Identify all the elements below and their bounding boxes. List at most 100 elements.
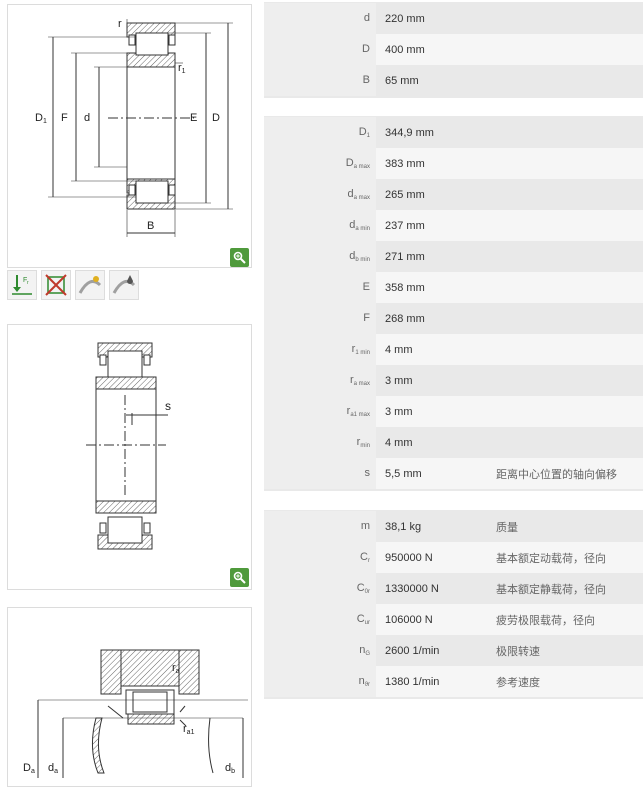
- param-name: Da max: [264, 148, 376, 179]
- param-value: 4 mm: [385, 436, 413, 449]
- param-name: db min: [264, 241, 376, 272]
- param-value: 220 mm: [385, 12, 425, 25]
- param-value: 65 mm: [385, 74, 419, 87]
- table-row: r1 min 4 mm: [264, 334, 643, 365]
- zoom-button[interactable]: [230, 248, 249, 267]
- param-description: [490, 272, 643, 303]
- param-value: 4 mm: [376, 334, 490, 365]
- param-value: 2600 1/min: [385, 644, 440, 657]
- table-row: rmin 4 mm: [264, 427, 643, 458]
- param-value: 5,5 mm: [376, 458, 490, 489]
- param-description: 疲劳极限载荷，径向: [490, 604, 643, 635]
- bearing-dimension-drawing: r r1 D1 F d E D B: [35, 18, 233, 237]
- param-name: rmin: [264, 427, 376, 458]
- label-r1: r1: [178, 62, 186, 75]
- param-name: r1 min: [264, 334, 376, 365]
- table-row: d 220 mm: [264, 3, 643, 34]
- param-description: [490, 117, 643, 148]
- label-db: db: [225, 762, 235, 775]
- table-row: C0r 1330000 N 基本额定静载荷，径向: [264, 573, 643, 604]
- label-s: s: [165, 399, 171, 413]
- table-row: ra1 max 3 mm: [264, 396, 643, 427]
- param-value: 38,1 kg: [385, 520, 422, 533]
- param-value: 3 mm: [376, 396, 490, 427]
- param-name: D1: [264, 117, 376, 148]
- param-name: E: [264, 272, 376, 303]
- table-row: Da max 383 mm: [264, 148, 643, 179]
- param-name: F: [264, 303, 376, 334]
- table-row: F 268 mm: [264, 303, 643, 334]
- table-row: db min 271 mm: [264, 241, 643, 272]
- param-value: 265 mm: [385, 188, 425, 201]
- zoom-button[interactable]: [230, 568, 249, 587]
- param-value: 268 mm: [385, 312, 425, 325]
- dimensions-table: D1 344,9 mm Da max 383 mm da max 265 mm da min…: [264, 117, 643, 489]
- param-value: 358 mm: [376, 272, 490, 303]
- param-value: 271 mm: [385, 250, 425, 263]
- axial-offset-drawing: s: [86, 342, 171, 550]
- param-name: ra max: [264, 365, 376, 396]
- param-value: 344,9 mm: [385, 126, 434, 139]
- property-icons: Fr: [7, 270, 139, 300]
- param-name: Cr: [264, 542, 376, 573]
- param-description: 极限转速: [496, 645, 540, 658]
- table-row: nG 2600 1/min 极限转速: [264, 635, 643, 666]
- label-D1: D1: [35, 112, 47, 125]
- param-name: da max: [264, 179, 376, 210]
- drawings-column: r r1 D1 F d E D B Fr s ra ra1 Da da db: [0, 0, 262, 787]
- label-Da: Da: [23, 762, 35, 775]
- table-row: Cr 950000 N 基本额定动载荷，径向: [264, 542, 643, 573]
- mounting-dimensions-drawing-panel: ra ra1 Da da db: [7, 607, 252, 787]
- param-description: [490, 65, 643, 96]
- table-row: D 400 mm: [264, 34, 643, 65]
- param-name: B: [264, 65, 376, 96]
- param-value: 400 mm: [376, 34, 490, 65]
- performance-table: m 38,1 kg 质量 Cr 950000 N 基本额定动载荷，径向 C0r 1330000…: [264, 511, 643, 697]
- param-description: [490, 210, 643, 241]
- param-description: [490, 34, 643, 65]
- param-description: [490, 334, 643, 365]
- param-description: 基本额定静载荷，径向: [496, 583, 606, 596]
- label-B: B: [147, 220, 154, 232]
- main-dimensions-table: d 220 mm D 400 mm B 65 mm: [264, 3, 643, 96]
- param-description: 距离中心位置的轴向偏移: [490, 458, 643, 489]
- param-value: 3 mm: [385, 374, 413, 387]
- table-row: B 65 mm: [264, 65, 643, 96]
- radial-load-icon: Fr: [7, 270, 37, 300]
- param-name: Cur: [264, 604, 376, 635]
- param-name: m: [264, 511, 376, 542]
- grease-icon: [109, 270, 139, 300]
- param-description: [490, 3, 643, 34]
- table-row: da max 265 mm: [264, 179, 643, 210]
- param-description: [490, 365, 643, 396]
- zoom-icon: [233, 571, 246, 584]
- param-value: 950000 N: [376, 542, 490, 573]
- no-misalignment-icon: [41, 270, 71, 300]
- param-description: [490, 427, 643, 458]
- zoom-icon: [233, 251, 246, 264]
- label-ra1: ra1: [183, 723, 195, 736]
- label-F: F: [61, 112, 68, 124]
- param-name: nϑr: [264, 666, 376, 697]
- param-description: [490, 241, 643, 272]
- param-name: d: [264, 3, 376, 34]
- param-value: 106000 N: [376, 604, 490, 635]
- param-description: [490, 396, 643, 427]
- label-D: D: [212, 112, 220, 124]
- table-row: da min 237 mm: [264, 210, 643, 241]
- param-description: 基本额定动载荷，径向: [490, 542, 643, 573]
- param-description: [490, 179, 643, 210]
- param-name: da min: [264, 210, 376, 241]
- table-row: D1 344,9 mm: [264, 117, 643, 148]
- table-row: nϑr 1380 1/min 参考速度: [264, 666, 643, 697]
- axial-offset-drawing-panel: s: [7, 324, 252, 590]
- svg-text:r: r: [27, 280, 29, 286]
- table-row: ra max 3 mm: [264, 365, 643, 396]
- param-description: [490, 148, 643, 179]
- mounting-dimensions-drawing: ra ra1 Da da db: [23, 649, 248, 778]
- param-name: C0r: [264, 573, 376, 604]
- param-value: 1330000 N: [385, 582, 439, 595]
- param-value: 383 mm: [376, 148, 490, 179]
- label-E: E: [190, 112, 197, 124]
- table-row: E 358 mm: [264, 272, 643, 303]
